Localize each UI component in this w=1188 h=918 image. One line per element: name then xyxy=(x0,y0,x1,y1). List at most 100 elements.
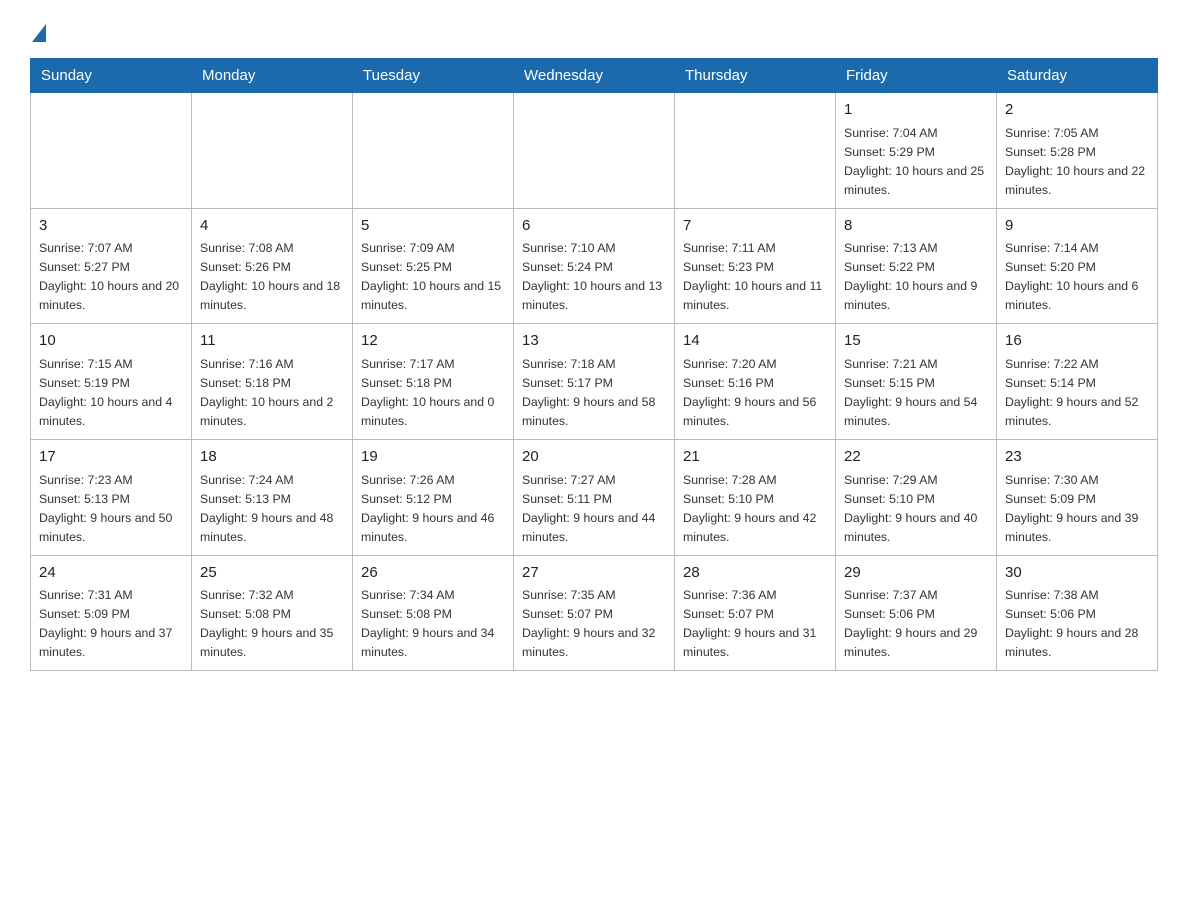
day-number: 25 xyxy=(200,562,344,585)
weekday-header-sunday: Sunday xyxy=(31,59,192,93)
day-info: Sunrise: 7:32 AM Sunset: 5:08 PM Dayligh… xyxy=(200,586,344,662)
calendar-cell: 11Sunrise: 7:16 AM Sunset: 5:18 PM Dayli… xyxy=(192,324,353,440)
calendar-cell: 2Sunrise: 7:05 AM Sunset: 5:28 PM Daylig… xyxy=(997,93,1158,209)
calendar-cell: 7Sunrise: 7:11 AM Sunset: 5:23 PM Daylig… xyxy=(675,208,836,324)
calendar-cell xyxy=(514,93,675,209)
day-number: 15 xyxy=(844,330,988,353)
calendar-cell: 28Sunrise: 7:36 AM Sunset: 5:07 PM Dayli… xyxy=(675,555,836,671)
day-number: 1 xyxy=(844,99,988,122)
day-info: Sunrise: 7:36 AM Sunset: 5:07 PM Dayligh… xyxy=(683,586,827,662)
page-header xyxy=(30,20,1158,38)
calendar-cell xyxy=(31,93,192,209)
calendar-cell: 27Sunrise: 7:35 AM Sunset: 5:07 PM Dayli… xyxy=(514,555,675,671)
calendar-cell: 12Sunrise: 7:17 AM Sunset: 5:18 PM Dayli… xyxy=(353,324,514,440)
day-number: 8 xyxy=(844,215,988,238)
day-info: Sunrise: 7:13 AM Sunset: 5:22 PM Dayligh… xyxy=(844,239,988,315)
day-number: 16 xyxy=(1005,330,1149,353)
calendar-cell: 1Sunrise: 7:04 AM Sunset: 5:29 PM Daylig… xyxy=(836,93,997,209)
calendar-cell: 10Sunrise: 7:15 AM Sunset: 5:19 PM Dayli… xyxy=(31,324,192,440)
day-number: 22 xyxy=(844,446,988,469)
weekday-header-saturday: Saturday xyxy=(997,59,1158,93)
day-info: Sunrise: 7:09 AM Sunset: 5:25 PM Dayligh… xyxy=(361,239,505,315)
day-number: 7 xyxy=(683,215,827,238)
day-number: 19 xyxy=(361,446,505,469)
calendar-cell xyxy=(353,93,514,209)
day-number: 18 xyxy=(200,446,344,469)
calendar-cell: 18Sunrise: 7:24 AM Sunset: 5:13 PM Dayli… xyxy=(192,440,353,556)
day-info: Sunrise: 7:20 AM Sunset: 5:16 PM Dayligh… xyxy=(683,355,827,431)
day-number: 5 xyxy=(361,215,505,238)
week-row-4: 17Sunrise: 7:23 AM Sunset: 5:13 PM Dayli… xyxy=(31,440,1158,556)
week-row-1: 1Sunrise: 7:04 AM Sunset: 5:29 PM Daylig… xyxy=(31,93,1158,209)
day-number: 24 xyxy=(39,562,183,585)
weekday-header-thursday: Thursday xyxy=(675,59,836,93)
day-info: Sunrise: 7:27 AM Sunset: 5:11 PM Dayligh… xyxy=(522,471,666,547)
calendar-cell: 13Sunrise: 7:18 AM Sunset: 5:17 PM Dayli… xyxy=(514,324,675,440)
day-info: Sunrise: 7:11 AM Sunset: 5:23 PM Dayligh… xyxy=(683,239,827,315)
day-info: Sunrise: 7:18 AM Sunset: 5:17 PM Dayligh… xyxy=(522,355,666,431)
day-number: 10 xyxy=(39,330,183,353)
logo xyxy=(30,20,46,38)
calendar-cell: 23Sunrise: 7:30 AM Sunset: 5:09 PM Dayli… xyxy=(997,440,1158,556)
day-number: 4 xyxy=(200,215,344,238)
day-info: Sunrise: 7:35 AM Sunset: 5:07 PM Dayligh… xyxy=(522,586,666,662)
day-number: 20 xyxy=(522,446,666,469)
calendar-cell: 21Sunrise: 7:28 AM Sunset: 5:10 PM Dayli… xyxy=(675,440,836,556)
calendar-cell: 19Sunrise: 7:26 AM Sunset: 5:12 PM Dayli… xyxy=(353,440,514,556)
weekday-header-monday: Monday xyxy=(192,59,353,93)
weekday-header-friday: Friday xyxy=(836,59,997,93)
calendar-cell: 4Sunrise: 7:08 AM Sunset: 5:26 PM Daylig… xyxy=(192,208,353,324)
day-number: 2 xyxy=(1005,99,1149,122)
day-info: Sunrise: 7:34 AM Sunset: 5:08 PM Dayligh… xyxy=(361,586,505,662)
calendar-cell: 6Sunrise: 7:10 AM Sunset: 5:24 PM Daylig… xyxy=(514,208,675,324)
calendar-cell: 30Sunrise: 7:38 AM Sunset: 5:06 PM Dayli… xyxy=(997,555,1158,671)
day-number: 11 xyxy=(200,330,344,353)
day-number: 9 xyxy=(1005,215,1149,238)
day-number: 12 xyxy=(361,330,505,353)
calendar-cell: 16Sunrise: 7:22 AM Sunset: 5:14 PM Dayli… xyxy=(997,324,1158,440)
day-info: Sunrise: 7:14 AM Sunset: 5:20 PM Dayligh… xyxy=(1005,239,1149,315)
calendar-table: SundayMondayTuesdayWednesdayThursdayFrid… xyxy=(30,58,1158,671)
day-info: Sunrise: 7:30 AM Sunset: 5:09 PM Dayligh… xyxy=(1005,471,1149,547)
day-info: Sunrise: 7:23 AM Sunset: 5:13 PM Dayligh… xyxy=(39,471,183,547)
calendar-cell: 14Sunrise: 7:20 AM Sunset: 5:16 PM Dayli… xyxy=(675,324,836,440)
calendar-cell: 17Sunrise: 7:23 AM Sunset: 5:13 PM Dayli… xyxy=(31,440,192,556)
calendar-cell: 9Sunrise: 7:14 AM Sunset: 5:20 PM Daylig… xyxy=(997,208,1158,324)
day-info: Sunrise: 7:37 AM Sunset: 5:06 PM Dayligh… xyxy=(844,586,988,662)
day-info: Sunrise: 7:22 AM Sunset: 5:14 PM Dayligh… xyxy=(1005,355,1149,431)
week-row-5: 24Sunrise: 7:31 AM Sunset: 5:09 PM Dayli… xyxy=(31,555,1158,671)
day-info: Sunrise: 7:08 AM Sunset: 5:26 PM Dayligh… xyxy=(200,239,344,315)
calendar-cell: 29Sunrise: 7:37 AM Sunset: 5:06 PM Dayli… xyxy=(836,555,997,671)
day-info: Sunrise: 7:16 AM Sunset: 5:18 PM Dayligh… xyxy=(200,355,344,431)
calendar-cell: 22Sunrise: 7:29 AM Sunset: 5:10 PM Dayli… xyxy=(836,440,997,556)
day-info: Sunrise: 7:28 AM Sunset: 5:10 PM Dayligh… xyxy=(683,471,827,547)
calendar-cell: 8Sunrise: 7:13 AM Sunset: 5:22 PM Daylig… xyxy=(836,208,997,324)
calendar-cell: 25Sunrise: 7:32 AM Sunset: 5:08 PM Dayli… xyxy=(192,555,353,671)
day-number: 3 xyxy=(39,215,183,238)
day-number: 17 xyxy=(39,446,183,469)
weekday-header-wednesday: Wednesday xyxy=(514,59,675,93)
calendar-cell: 24Sunrise: 7:31 AM Sunset: 5:09 PM Dayli… xyxy=(31,555,192,671)
day-info: Sunrise: 7:38 AM Sunset: 5:06 PM Dayligh… xyxy=(1005,586,1149,662)
day-info: Sunrise: 7:31 AM Sunset: 5:09 PM Dayligh… xyxy=(39,586,183,662)
logo-top xyxy=(30,20,46,42)
day-info: Sunrise: 7:26 AM Sunset: 5:12 PM Dayligh… xyxy=(361,471,505,547)
weekday-header-row: SundayMondayTuesdayWednesdayThursdayFrid… xyxy=(31,59,1158,93)
logo-arrow-icon xyxy=(32,24,46,42)
day-number: 23 xyxy=(1005,446,1149,469)
day-info: Sunrise: 7:04 AM Sunset: 5:29 PM Dayligh… xyxy=(844,124,988,200)
day-number: 28 xyxy=(683,562,827,585)
calendar-cell: 5Sunrise: 7:09 AM Sunset: 5:25 PM Daylig… xyxy=(353,208,514,324)
day-info: Sunrise: 7:29 AM Sunset: 5:10 PM Dayligh… xyxy=(844,471,988,547)
day-number: 30 xyxy=(1005,562,1149,585)
day-number: 26 xyxy=(361,562,505,585)
calendar-cell: 20Sunrise: 7:27 AM Sunset: 5:11 PM Dayli… xyxy=(514,440,675,556)
day-number: 13 xyxy=(522,330,666,353)
day-info: Sunrise: 7:10 AM Sunset: 5:24 PM Dayligh… xyxy=(522,239,666,315)
day-number: 21 xyxy=(683,446,827,469)
day-info: Sunrise: 7:15 AM Sunset: 5:19 PM Dayligh… xyxy=(39,355,183,431)
day-number: 29 xyxy=(844,562,988,585)
calendar-cell xyxy=(675,93,836,209)
weekday-header-tuesday: Tuesday xyxy=(353,59,514,93)
day-info: Sunrise: 7:07 AM Sunset: 5:27 PM Dayligh… xyxy=(39,239,183,315)
